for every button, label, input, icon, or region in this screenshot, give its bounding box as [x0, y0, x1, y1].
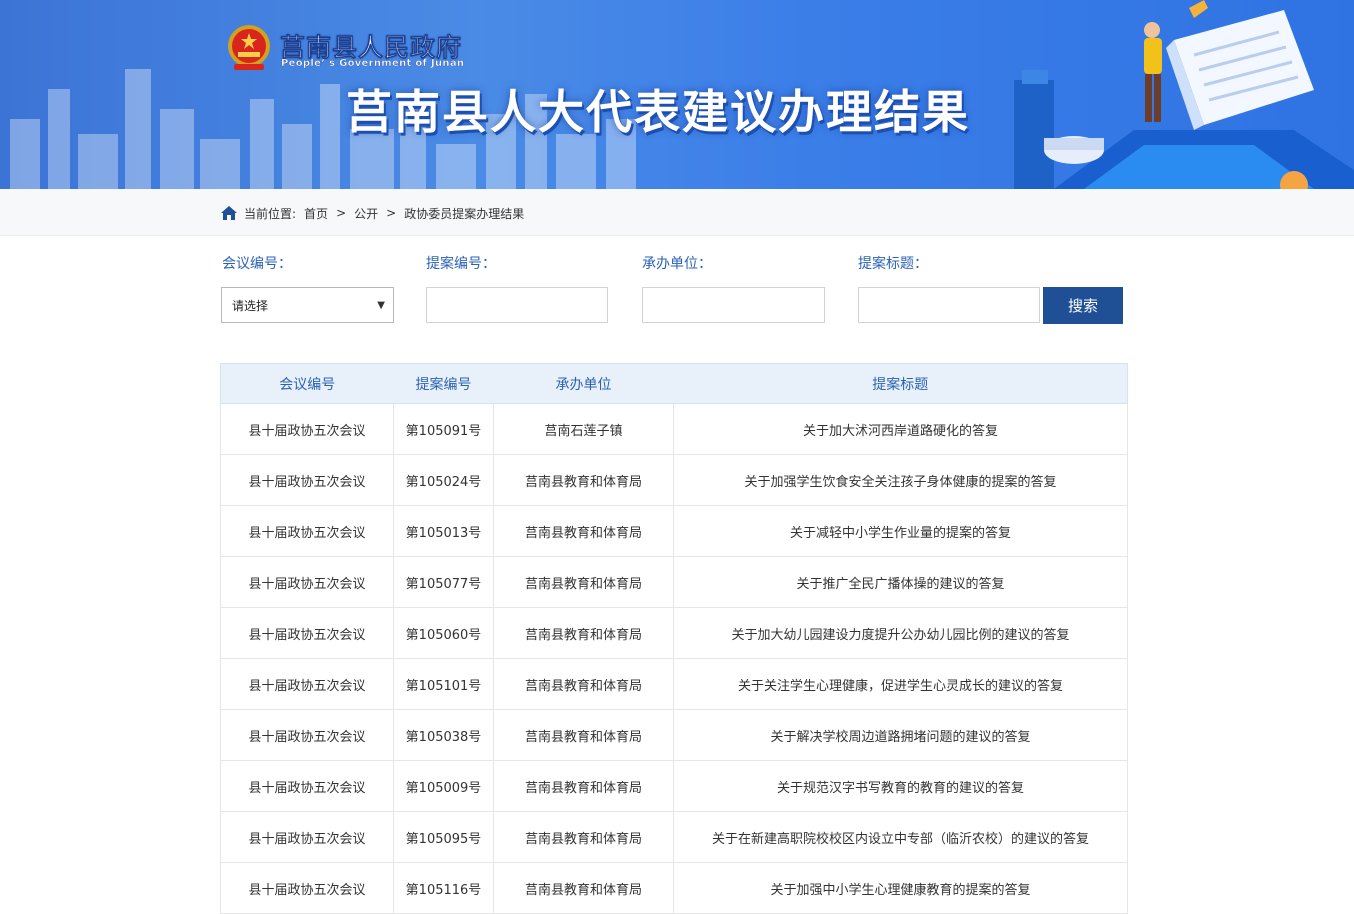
meeting-number-cell: 县十届政协五次会议 — [220, 658, 394, 710]
proposal-number-cell: 第105013号 — [393, 505, 494, 557]
undertaking-unit-cell: 莒南县教育和体育局 — [493, 709, 674, 761]
table-row[interactable]: 县十届政协五次会议 第105013号 莒南县教育和体育局 关于减轻中小学生作业量的提案… — [220, 505, 1128, 557]
proposal-title-input[interactable] — [858, 287, 1040, 323]
proposal-number-input[interactable] — [426, 287, 608, 323]
proposal-title-cell[interactable]: 关于在新建高职院校校区内设立中专部（临沂农校）的建议的答复 — [673, 811, 1128, 863]
undertaking-unit-cell: 莒南县教育和体育局 — [493, 454, 674, 506]
header-proposal-number: 提案编号 — [393, 363, 494, 404]
proposal-title-cell[interactable]: 关于推广全民广播体操的建议的答复 — [673, 556, 1128, 608]
undertaking-unit-cell: 莒南县教育和体育局 — [493, 607, 674, 659]
page-title: 莒南县人大代表建议办理结果 — [346, 85, 970, 139]
proposal-title-cell[interactable]: 关于减轻中小学生作业量的提案的答复 — [673, 505, 1128, 557]
breadcrumb-bar — [0, 189, 1354, 236]
proposal-number-cell: 第105009号 — [393, 760, 494, 812]
table-row[interactable]: 县十届政协五次会议 第105060号 莒南县教育和体育局 关于加大幼儿园建设力度提升公… — [220, 607, 1128, 659]
proposal-number-cell: 第105077号 — [393, 556, 494, 608]
meeting-number-cell: 县十届政协五次会议 — [220, 760, 394, 812]
undertaking-unit-cell: 莒南县教育和体育局 — [493, 862, 674, 914]
meeting-number-select[interactable]: 请选择 ▼ — [221, 287, 394, 323]
proposal-title-cell[interactable]: 关于加强中小学生心理健康教育的提案的答复 — [673, 862, 1128, 914]
proposal-title-cell[interactable]: 关于加强学生饮食安全关注孩子身体健康的提案的答复 — [673, 454, 1128, 506]
breadcrumb-public-link[interactable]: 公开 — [354, 205, 378, 222]
header-undertaking-unit: 承办单位 — [493, 363, 674, 404]
undertaking-unit-cell: 莒南县教育和体育局 — [493, 658, 674, 710]
breadcrumb-prefix: 当前位置: — [244, 206, 297, 221]
table-header-row: 会议编号 提案编号 承办单位 提案标题 — [220, 363, 1128, 404]
proposal-number-cell: 第105101号 — [393, 658, 494, 710]
proposal-title-cell[interactable]: 关于关注学生心理健康，促进学生心灵成长的建议的答复 — [673, 658, 1128, 710]
proposal-number-cell: 第105038号 — [393, 709, 494, 761]
person-document-illustration — [1014, 0, 1354, 189]
undertaking-unit-cell: 莒南县教育和体育局 — [493, 505, 674, 557]
meeting-number-label: 会议编号： — [222, 256, 292, 272]
breadcrumb-home-link[interactable]: 首页 — [304, 205, 328, 222]
header-meeting-number: 会议编号 — [220, 363, 394, 404]
table-row[interactable]: 县十届政协五次会议 第105077号 莒南县教育和体育局 关于推广全民广播体操的建议的… — [220, 556, 1128, 608]
table-row[interactable]: 县十届政协五次会议 第105101号 莒南县教育和体育局 关于关注学生心理健康，促进学… — [220, 658, 1128, 710]
proposal-number-label: 提案编号： — [426, 256, 496, 272]
header-proposal-title: 提案标题 — [673, 363, 1128, 404]
meeting-number-cell: 县十届政协五次会议 — [220, 505, 394, 557]
proposal-number-cell: 第105024号 — [393, 454, 494, 506]
search-form: 会议编号： 提案编号： 承办单位： 提案标题： 请选择 ▼ 搜索 — [220, 252, 1126, 332]
proposal-title-cell[interactable]: 关于加大幼儿园建设力度提升公办幼儿园比例的建议的答复 — [673, 607, 1128, 659]
meeting-number-cell: 县十届政协五次会议 — [220, 862, 394, 914]
proposal-number-cell: 第105095号 — [393, 811, 494, 863]
proposal-number-cell: 第105060号 — [393, 607, 494, 659]
breadcrumb-current-link[interactable]: 政协委员提案办理结果 — [404, 205, 524, 222]
chevron-down-icon: ▼ — [377, 299, 385, 311]
table-row[interactable]: 县十届政协五次会议 第105009号 莒南县教育和体育局 关于规范汉字书写教育的教育的… — [220, 760, 1128, 812]
header-banner: 莒南县人民政府 People’ s Government of Junan 莒南… — [0, 0, 1354, 189]
meeting-number-cell: 县十届政协五次会议 — [220, 556, 394, 608]
meeting-number-cell: 县十届政协五次会议 — [220, 454, 394, 506]
results-table: 会议编号 提案编号 承办单位 提案标题 县十届政协五次会议 第105091号 莒南石… — [220, 363, 1128, 914]
proposal-title-label: 提案标题： — [858, 256, 928, 272]
breadcrumb: 当前位置: 首页 > 公开 > 政协委员提案办理结果 — [220, 202, 524, 224]
meeting-number-select-value: 请选择 — [232, 298, 269, 313]
breadcrumb-separator: > — [386, 206, 397, 220]
undertaking-unit-cell: 莒南县教育和体育局 — [493, 811, 674, 863]
national-emblem-icon — [228, 25, 270, 70]
table-row[interactable]: 县十届政协五次会议 第105038号 莒南县教育和体育局 关于解决学校周边道路拥堵问题… — [220, 709, 1128, 761]
undertaking-unit-cell: 莒南县教育和体育局 — [493, 760, 674, 812]
meeting-number-cell: 县十届政协五次会议 — [220, 403, 394, 455]
undertaking-unit-label: 承办单位： — [642, 256, 712, 272]
undertaking-unit-cell: 莒南县教育和体育局 — [493, 556, 674, 608]
table-row[interactable]: 县十届政协五次会议 第105024号 莒南县教育和体育局 关于加强学生饮食安全关注孩子… — [220, 454, 1128, 506]
undertaking-unit-cell: 莒南石莲子镇 — [493, 403, 674, 455]
meeting-number-cell: 县十届政协五次会议 — [220, 607, 394, 659]
breadcrumb-separator: > — [336, 206, 347, 220]
government-name-english: People’ s Government of Junan — [281, 58, 465, 69]
search-button[interactable]: 搜索 — [1043, 287, 1123, 324]
undertaking-unit-input[interactable] — [642, 287, 825, 323]
proposal-number-cell: 第105091号 — [393, 403, 494, 455]
proposal-title-cell[interactable]: 关于加大沭河西岸道路硬化的答复 — [673, 403, 1128, 455]
results-table-wrapper: 会议编号 提案编号 承办单位 提案标题 县十届政协五次会议 第105091号 莒南石… — [220, 363, 1128, 914]
table-row[interactable]: 县十届政协五次会议 第105091号 莒南石莲子镇 关于加大沭河西岸道路硬化的答复 — [220, 403, 1128, 455]
table-row[interactable]: 县十届政协五次会议 第105116号 莒南县教育和体育局 关于加强中小学生心理健康教育… — [220, 862, 1128, 914]
meeting-number-cell: 县十届政协五次会议 — [220, 811, 394, 863]
proposal-title-cell[interactable]: 关于解决学校周边道路拥堵问题的建议的答复 — [673, 709, 1128, 761]
proposal-title-cell[interactable]: 关于规范汉字书写教育的教育的建议的答复 — [673, 760, 1128, 812]
proposal-number-cell: 第105116号 — [393, 862, 494, 914]
table-row[interactable]: 县十届政协五次会议 第105095号 莒南县教育和体育局 关于在新建高职院校校区内设立… — [220, 811, 1128, 863]
home-icon — [221, 206, 237, 220]
meeting-number-cell: 县十届政协五次会议 — [220, 709, 394, 761]
